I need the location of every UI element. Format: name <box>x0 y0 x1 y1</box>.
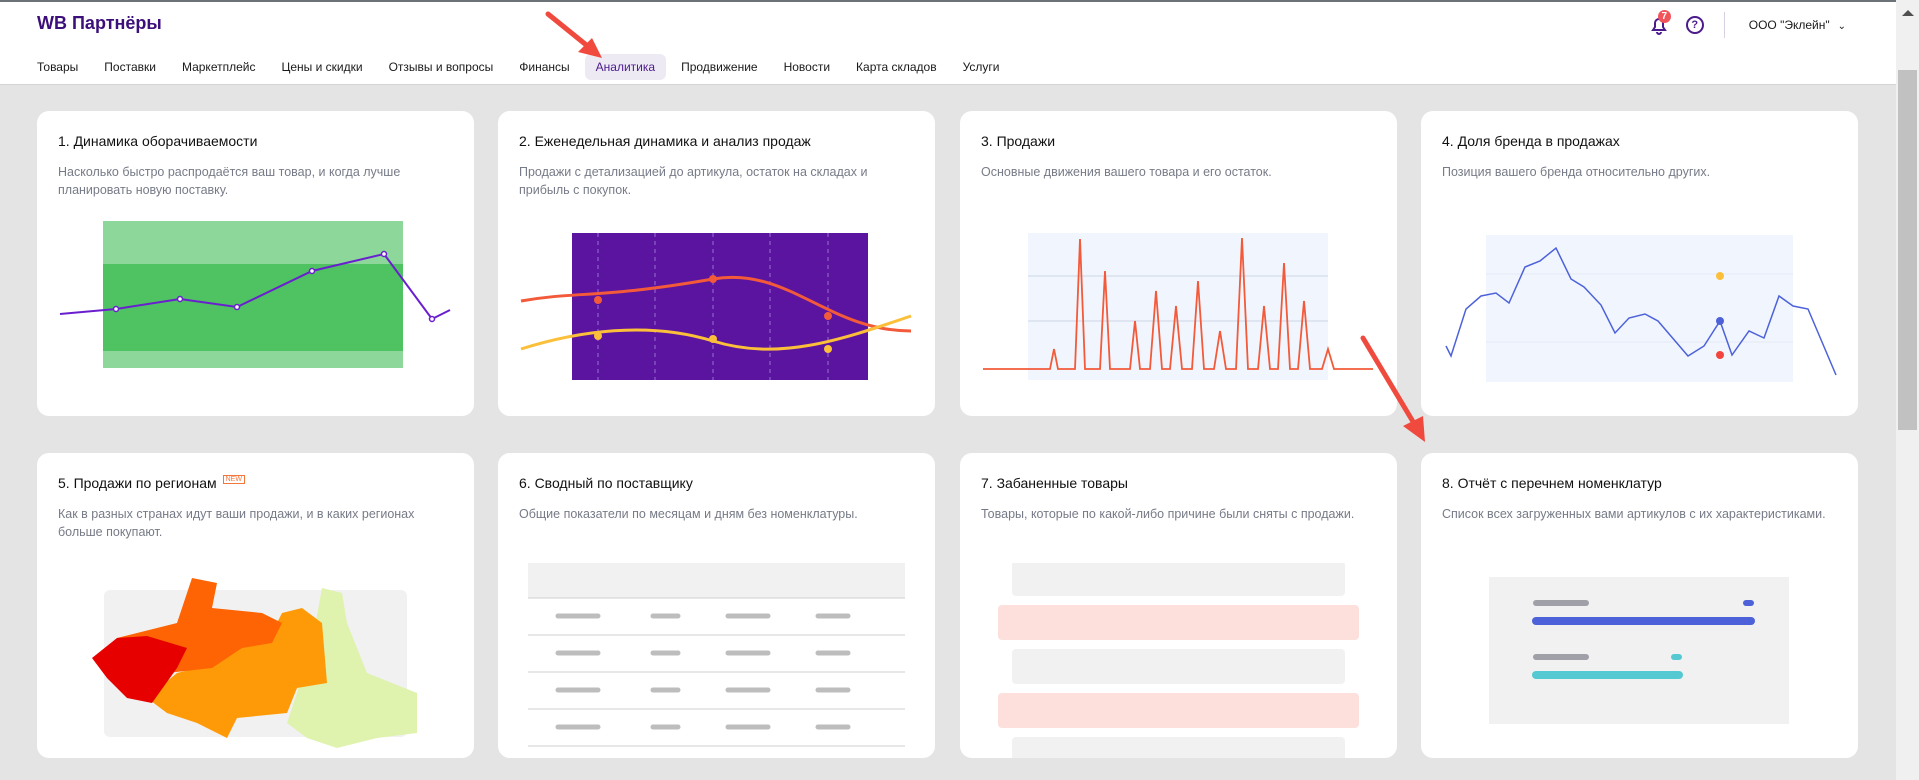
header: WB Партнёры Товары Поставки Маркетплейс … <box>0 2 1896 85</box>
notifications-badge: 7 <box>1657 10 1671 23</box>
nav-marketplace[interactable]: Маркетплейс <box>171 54 267 80</box>
card-title: 4. Доля бренда в продажах <box>1442 133 1620 149</box>
notifications-button[interactable]: 7 <box>1648 10 1671 36</box>
card-title: 8. Отчёт с перечнем номенклатур <box>1442 475 1662 491</box>
chevron-down-icon: ⌄ <box>1837 21 1846 32</box>
card-description: Насколько быстро распродаётся ваш товар,… <box>58 165 401 197</box>
card-title: 1. Динамика оборачиваемости <box>58 133 258 149</box>
nav-postavki[interactable]: Поставки <box>93 54 167 80</box>
card-title: 5. Продажи по регионам NEW <box>58 475 245 491</box>
nav-reviews[interactable]: Отзывы и вопросы <box>378 54 505 80</box>
nav-prices[interactable]: Цены и скидки <box>270 54 373 80</box>
scrollbar-thumb[interactable] <box>1898 70 1917 430</box>
card-description: Список всех загруженных вами артикулов с… <box>1442 507 1826 521</box>
annotation-arrow-analytics <box>545 11 602 58</box>
card-description: Как в разных странах идут ваши продажи, … <box>58 507 415 539</box>
report-card-brand-share[interactable]: 4. Доля бренда в продажах Позиция вашего… <box>1421 111 1858 416</box>
nav-services[interactable]: Услуги <box>952 54 1011 80</box>
report-card-supplier-summary[interactable]: 6. Сводный по поставщику Общие показател… <box>498 453 935 758</box>
main-nav: Товары Поставки Маркетплейс Цены и скидк… <box>26 54 1015 80</box>
nav-promotion[interactable]: Продвижение <box>670 54 769 80</box>
banned-list-illustration <box>998 563 1359 758</box>
new-badge: NEW <box>222 475 245 484</box>
russia-map-illustration <box>92 578 417 748</box>
card-description: Основные движения вашего товара и его ос… <box>981 165 1272 179</box>
weekly-dynamics-illustration <box>520 233 912 380</box>
help-icon[interactable]: ? <box>1685 16 1704 34</box>
sales-illustration <box>983 233 1373 380</box>
card-title: 2. Еженедельная динамика и анализ продаж <box>519 133 811 149</box>
org-selector[interactable]: ООО "Эклейн" ⌄ <box>1749 18 1846 32</box>
report-card-regions[interactable]: 5. Продажи по регионам NEW Как в разных с… <box>37 453 474 758</box>
report-card-turnover[interactable]: 1. Динамика оборачиваемости Насколько бы… <box>37 111 474 416</box>
brand-share-illustration <box>1445 235 1837 382</box>
annotation-arrow-report-8 <box>1360 335 1425 442</box>
nomenclature-illustration <box>1489 577 1789 724</box>
card-description: Общие показатели по месяцам и дням без н… <box>519 507 858 521</box>
card-title: 7. Забаненные товары <box>981 475 1128 491</box>
nav-news[interactable]: Новости <box>773 54 841 80</box>
table-illustration <box>528 563 905 747</box>
report-card-weekly-dynamics[interactable]: 2. Еженедельная динамика и анализ продаж… <box>498 111 935 416</box>
report-card-sales[interactable]: 3. Продажи Основные движения вашего това… <box>960 111 1397 416</box>
card-title-text: 5. Продажи по регионам <box>58 475 217 491</box>
org-name: ООО "Эклейн" <box>1748 18 1830 32</box>
card-title: 6. Сводный по поставщику <box>519 475 693 491</box>
card-description: Товары, которые по какой-либо причине бы… <box>981 507 1355 521</box>
logo[interactable]: WB Партнёры <box>37 13 162 34</box>
scroll-up-icon[interactable] <box>1902 10 1914 16</box>
turnover-illustration <box>59 221 451 368</box>
card-title: 3. Продажи <box>981 133 1056 149</box>
card-description: Позиция вашего бренда относительно други… <box>1442 165 1711 179</box>
card-description: Продажи с детализацией до артикула, оста… <box>519 165 868 197</box>
report-card-nomenclature-list[interactable]: 8. Отчёт с перечнем номенклатур Список в… <box>1421 453 1858 758</box>
nav-warehouse-map[interactable]: Карта складов <box>845 54 948 80</box>
nav-tovary[interactable]: Товары <box>26 54 89 80</box>
report-card-banned-goods[interactable]: 7. Забаненные товары Товары, которые по … <box>960 453 1397 758</box>
divider <box>1723 12 1725 38</box>
scrollbar[interactable] <box>1896 0 1919 780</box>
